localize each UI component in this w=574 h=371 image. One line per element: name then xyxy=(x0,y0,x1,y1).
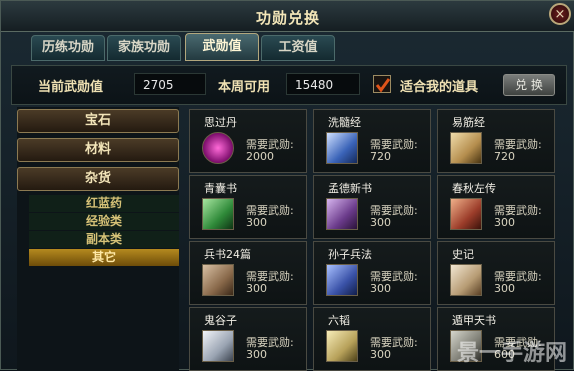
blue-book-icon xyxy=(326,264,358,296)
category-gems[interactable]: 宝石 xyxy=(17,109,179,133)
category-panel: 宝石 材料 杂货 红蓝药 经验类 副本类 其它 xyxy=(17,107,179,371)
blue-scroll-icon xyxy=(326,132,358,164)
tab-martial-merit[interactable]: 武勋值 xyxy=(185,33,259,61)
current-merit-value: 2705 xyxy=(134,73,206,95)
item-grid: 思过丹 需要武勋: 2000 洗髓经 需要武勋: 720 易筋经 需要武勋: 7… xyxy=(187,107,567,371)
purple-orb-icon xyxy=(202,132,234,164)
beige-scroll-icon xyxy=(450,264,482,296)
item-cost: 300 xyxy=(370,282,391,295)
suitable-items-label: 适合我的道具 xyxy=(400,80,479,95)
stat-bar: 当前武勋值 2705 本周可用 15480 适合我的道具 兑 换 xyxy=(11,65,567,105)
item-cost: 300 xyxy=(246,282,267,295)
item-card[interactable]: 史记 需要武勋: 300 xyxy=(437,241,555,305)
item-name: 思过丹 xyxy=(204,116,237,129)
red-book-icon xyxy=(450,198,482,230)
item-name: 兵书24篇 xyxy=(204,248,251,261)
tab-salary[interactable]: 工资值 xyxy=(261,35,335,61)
watermark: 景一手游网 xyxy=(456,341,567,366)
item-card[interactable]: 易筋经 需要武勋: 720 xyxy=(437,109,555,173)
item-cost: 300 xyxy=(494,216,515,229)
item-cost: 300 xyxy=(246,216,267,229)
category-materials[interactable]: 材料 xyxy=(17,138,179,162)
subcategory-potions[interactable]: 红蓝药 xyxy=(29,195,179,212)
item-card[interactable]: 思过丹 需要武勋: 2000 xyxy=(189,109,307,173)
white-book-icon xyxy=(202,330,234,362)
item-name: 孙子兵法 xyxy=(328,248,372,261)
item-name: 易筋经 xyxy=(452,116,485,129)
current-merit-label: 当前武勋值 xyxy=(38,80,104,95)
purple-book-icon xyxy=(326,198,358,230)
item-card[interactable]: 鬼谷子 需要武勋: 300 xyxy=(189,307,307,371)
title-bar: 功勋兑换 × xyxy=(1,1,574,32)
weekly-available-label: 本周可用 xyxy=(218,80,271,95)
item-name: 春秋左传 xyxy=(452,182,496,195)
exchange-button[interactable]: 兑 换 xyxy=(503,74,555,96)
item-name: 鬼谷子 xyxy=(204,314,237,327)
item-card[interactable]: 孙子兵法 需要武勋: 300 xyxy=(313,241,431,305)
item-card[interactable]: 孟德新书 需要武勋: 300 xyxy=(313,175,431,239)
suitable-items-checkbox[interactable] xyxy=(373,75,391,93)
item-cost: 300 xyxy=(370,348,391,361)
item-name: 史记 xyxy=(452,248,474,261)
close-button[interactable]: × xyxy=(549,3,571,25)
brown-book-icon xyxy=(202,264,234,296)
item-cost: 720 xyxy=(494,150,515,163)
tan-book-icon xyxy=(450,132,482,164)
item-name: 六韬 xyxy=(328,314,350,327)
item-name: 孟德新书 xyxy=(328,182,372,195)
item-card[interactable]: 青囊书 需要武勋: 300 xyxy=(189,175,307,239)
item-card[interactable]: 春秋左传 需要武勋: 300 xyxy=(437,175,555,239)
subcategory-other[interactable]: 其它 xyxy=(29,249,179,266)
item-cost: 300 xyxy=(370,216,391,229)
item-cost: 300 xyxy=(494,282,515,295)
item-name: 遁甲天书 xyxy=(452,314,496,327)
green-book-icon xyxy=(202,198,234,230)
check-mark-icon xyxy=(375,78,391,93)
weekly-available-value: 15480 xyxy=(286,73,360,95)
item-cost: 2000 xyxy=(246,150,274,163)
category-misc[interactable]: 杂货 xyxy=(17,167,179,191)
item-card[interactable]: 兵书24篇 需要武勋: 300 xyxy=(189,241,307,305)
tab-family-merit[interactable]: 家族功勋 xyxy=(107,35,181,61)
item-name: 青囊书 xyxy=(204,182,237,195)
item-cost: 300 xyxy=(246,348,267,361)
tab-experience-merit[interactable]: 历练功勋 xyxy=(31,35,105,61)
item-cost: 720 xyxy=(370,150,391,163)
subcategory-dungeon[interactable]: 副本类 xyxy=(29,231,179,248)
subcategory-experience[interactable]: 经验类 xyxy=(29,213,179,230)
item-card[interactable]: 六韬 需要武勋: 300 xyxy=(313,307,431,371)
exchange-window: 功勋兑换 × 历练功勋 家族功勋 武勋值 工资值 当前武勋值 2705 本周可用… xyxy=(0,0,574,371)
window-title: 功勋兑换 xyxy=(255,9,320,27)
item-card[interactable]: 洗髓经 需要武勋: 720 xyxy=(313,109,431,173)
item-name: 洗髓经 xyxy=(328,116,361,129)
yellow-book-icon xyxy=(326,330,358,362)
